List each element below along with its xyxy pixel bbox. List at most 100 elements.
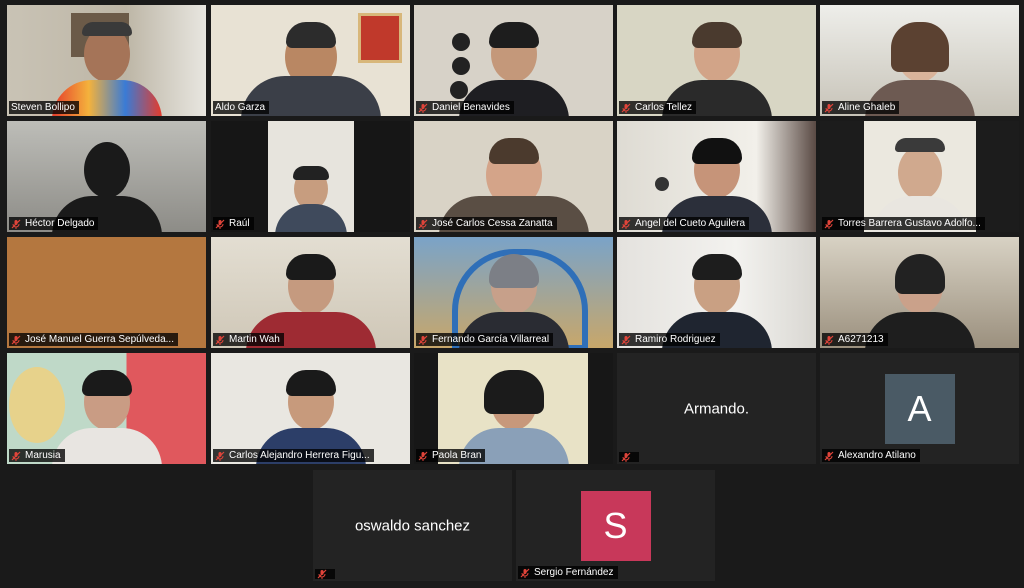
video-feed (211, 237, 410, 348)
participant-tile[interactable]: Martin Wah (211, 237, 410, 348)
participant-name: A6271213 (838, 334, 884, 345)
name-label: Fernando García Villarreal (416, 333, 554, 346)
participant-name: Martin Wah (229, 334, 280, 345)
mic-muted-icon (824, 451, 834, 461)
participant-name: José Carlos Cessa Zanatta (432, 218, 553, 229)
avatar: S (580, 490, 651, 561)
video-feed (211, 5, 410, 116)
name-label: Marusia (9, 449, 65, 462)
video-feed (7, 5, 206, 116)
participant-name: Daniel Benavides (432, 102, 510, 113)
mic-muted-icon (215, 451, 225, 461)
participant-tile[interactable]: José Carlos Cessa Zanatta (414, 121, 613, 232)
participant-tile[interactable]: oswaldo sanchez (313, 470, 512, 581)
video-feed (617, 121, 816, 232)
participant-tile[interactable]: Carlos Tellez (617, 5, 816, 116)
video-feed (7, 121, 206, 232)
participant-tile[interactable]: Angel del Cueto Aguilera (617, 121, 816, 232)
participant-name: Marusia (25, 450, 61, 461)
mic-muted-icon (11, 219, 21, 229)
name-label (315, 569, 335, 579)
participant-tile[interactable]: José Manuel Guerra Sepúlveda... (7, 237, 206, 348)
name-label: José Manuel Guerra Sepúlveda... (9, 333, 178, 346)
mic-muted-icon (317, 569, 327, 579)
participant-tile[interactable]: Ramiro Rodriguez (617, 237, 816, 348)
participant-tile[interactable]: A Alexandro Atilano (820, 353, 1019, 464)
participant-tile[interactable]: Carlos Alejandro Herrera Figu... (211, 353, 410, 464)
participant-tile[interactable]: Raúl (211, 121, 410, 232)
mic-muted-icon (621, 335, 631, 345)
mic-muted-icon (11, 335, 21, 345)
participant-name: Torres Barrera Gustavo Adolfo... (838, 218, 981, 229)
mic-muted-icon (418, 335, 428, 345)
video-feed (820, 121, 1019, 232)
participant-tile[interactable]: S Sergio Fernández (516, 470, 715, 581)
participant-tile[interactable]: Paola Bran (414, 353, 613, 464)
name-label: A6271213 (822, 333, 888, 346)
participant-name: Aldo Garza (215, 102, 266, 113)
mic-muted-icon (621, 219, 631, 229)
name-label: Aline Ghaleb (822, 101, 900, 114)
participant-tile[interactable]: A6271213 (820, 237, 1019, 348)
name-label: Raúl (213, 217, 254, 230)
participant-tile[interactable]: Torres Barrera Gustavo Adolfo... (820, 121, 1019, 232)
participant-name: Aline Ghaleb (838, 102, 896, 113)
participant-tile[interactable]: Steven Bollipo (7, 5, 206, 116)
video-feed (617, 237, 816, 348)
mic-muted-icon (418, 219, 428, 229)
mic-muted-icon (824, 335, 834, 345)
name-label: Martin Wah (213, 333, 284, 346)
video-feed (820, 5, 1019, 116)
participant-name: José Manuel Guerra Sepúlveda... (25, 334, 174, 345)
mic-muted-icon (621, 103, 631, 113)
video-feed (211, 121, 410, 232)
avatar: A (884, 373, 955, 444)
video-feed (211, 353, 410, 464)
name-label: Héctor Delgado (9, 217, 99, 230)
name-label (619, 452, 639, 462)
video-feed (414, 121, 613, 232)
mic-muted-icon (621, 452, 631, 462)
name-label: Carlos Tellez (619, 101, 697, 114)
video-feed (7, 353, 206, 464)
participant-display-name: oswaldo sanchez (354, 517, 471, 534)
video-feed (414, 353, 613, 464)
name-label: Ramiro Rodriguez (619, 333, 720, 346)
name-label: Paola Bran (416, 449, 486, 462)
participant-name: Fernando García Villarreal (432, 334, 550, 345)
name-label: Torres Barrera Gustavo Adolfo... (822, 217, 985, 230)
video-feed (414, 237, 613, 348)
name-label: Angel del Cueto Aguilera (619, 217, 750, 230)
participant-tile[interactable]: Aline Ghaleb (820, 5, 1019, 116)
mic-muted-icon (418, 451, 428, 461)
name-label: Alexandro Atilano (822, 449, 920, 462)
mic-muted-icon (824, 103, 834, 113)
mic-muted-icon (418, 103, 428, 113)
participant-name: Alexandro Atilano (838, 450, 916, 461)
name-label: Aldo Garza (213, 101, 270, 114)
video-feed (7, 237, 206, 348)
participant-tile[interactable]: Héctor Delgado (7, 121, 206, 232)
participant-name: Angel del Cueto Aguilera (635, 218, 746, 229)
mic-muted-icon (824, 219, 834, 229)
mic-muted-icon (215, 335, 225, 345)
video-feed (820, 237, 1019, 348)
name-label: Sergio Fernández (518, 566, 618, 579)
mic-muted-icon (520, 568, 530, 578)
participant-tile[interactable]: Armando. (617, 353, 816, 464)
participant-name: Héctor Delgado (25, 218, 95, 229)
participant-tile[interactable]: Marusia (7, 353, 206, 464)
name-label: Steven Bollipo (9, 101, 79, 114)
participant-name: Steven Bollipo (11, 102, 75, 113)
participant-tile[interactable]: Aldo Garza (211, 5, 410, 116)
participant-tile[interactable]: Fernando García Villarreal (414, 237, 613, 348)
participant-tile[interactable]: Daniel Benavides (414, 5, 613, 116)
name-label: Daniel Benavides (416, 101, 514, 114)
video-feed (617, 5, 816, 116)
participant-name: Carlos Alejandro Herrera Figu... (229, 450, 370, 461)
participant-name: Paola Bran (432, 450, 482, 461)
participant-name: Ramiro Rodriguez (635, 334, 716, 345)
mic-muted-icon (11, 451, 21, 461)
participant-display-name: Armando. (683, 400, 750, 417)
participant-name: Raúl (229, 218, 250, 229)
